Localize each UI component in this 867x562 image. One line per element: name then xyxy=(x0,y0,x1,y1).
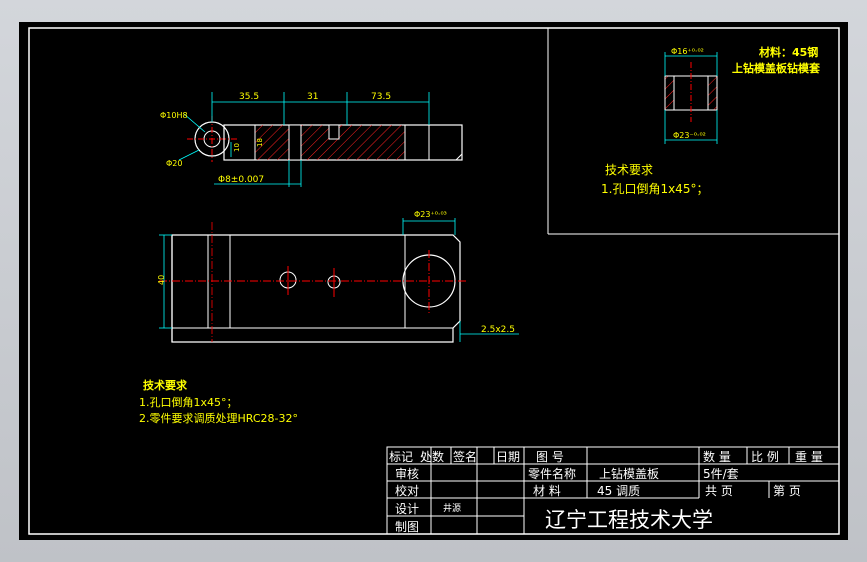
dim-73-5: 73.5 xyxy=(371,92,391,102)
material-note: 材料：45钢 xyxy=(759,45,818,59)
tech-req-bottom-item2: 2.零件要求调质处理HRC28-32° xyxy=(139,412,298,425)
dim-31: 31 xyxy=(307,92,318,102)
tech-req-bottom-title: 技术要求 xyxy=(143,378,188,392)
tb-header-qty: 数 量 xyxy=(703,449,731,464)
dim-phi20: Φ20 xyxy=(166,159,182,168)
bushing-dim-d16: Φ16⁺⁰·⁰² xyxy=(671,47,704,56)
drawing-canvas[interactable]: Φ16⁺⁰·⁰² Φ23⁻⁰·⁰² 材料：45钢 上钻模盖板钻模套 技术要求 1… xyxy=(19,22,848,540)
tb-header-count: 处数 xyxy=(420,449,444,464)
tb-part-name-label: 零件名称 xyxy=(528,466,576,481)
dim-18: 18 xyxy=(256,138,264,147)
cad-viewport: Φ16⁺⁰·⁰² Φ23⁻⁰·⁰² 材料：45钢 上钻模盖板钻模套 技术要求 1… xyxy=(0,0,867,562)
tb-material-value: 45 调质 xyxy=(597,484,640,498)
tb-page-no: 第 页 xyxy=(773,484,801,498)
tb-designer-name: 井源 xyxy=(443,502,461,514)
tech-req-bottom-item1: 1.孔口倒角1x45°； xyxy=(139,396,238,409)
tb-part-name-value: 上钻模盖板 xyxy=(599,466,659,481)
front-section-view xyxy=(178,92,463,187)
tb-header-sign: 签名 xyxy=(453,449,477,464)
bushing-dim-d23: Φ23⁻⁰·⁰² xyxy=(673,131,706,140)
tb-review-label: 审核 xyxy=(395,466,419,481)
dim-10: 10 xyxy=(233,143,241,152)
part-note: 上钻模盖板钻模套 xyxy=(732,61,821,75)
tech-req-top-item1: 1.孔口倒角1x45°； xyxy=(601,182,708,196)
tb-check-label: 校对 xyxy=(395,483,419,498)
bushing-detail-box: Φ16⁺⁰·⁰² Φ23⁻⁰·⁰² 材料：45钢 上钻模盖板钻模套 技术要求 1… xyxy=(547,28,839,235)
tb-material-label: 材 料 xyxy=(533,484,561,498)
dim-phi23: Φ23⁺⁰·⁰³ xyxy=(414,210,447,219)
dim-chamfer: 2.5x2.5 xyxy=(481,325,515,335)
tb-design-label: 设计 xyxy=(395,502,419,516)
tech-req-top-title: 技术要求 xyxy=(605,163,653,177)
tb-header-mark: 标记 xyxy=(389,450,413,464)
top-view xyxy=(159,218,519,343)
dim-40: 40 xyxy=(157,275,166,285)
dim-phi8: Φ8±0.007 xyxy=(218,175,264,185)
dim-35-5: 35.5 xyxy=(239,92,259,102)
tb-school-name: 辽宁工程技术大学 xyxy=(545,508,713,532)
tb-header-weight: 重 量 xyxy=(795,450,823,464)
tb-total-pages: 共 页 xyxy=(705,484,733,498)
tb-header-dwg-no: 图 号 xyxy=(536,450,564,464)
tb-header-date: 日期 xyxy=(496,450,520,464)
tb-draw-label: 制图 xyxy=(395,520,419,534)
tb-qty-value: 5件/套 xyxy=(703,467,739,481)
drawing-sheet: Φ16⁺⁰·⁰² Φ23⁻⁰·⁰² 材料：45钢 上钻模盖板钻模套 技术要求 1… xyxy=(28,27,840,535)
dim-phi10: Φ10H8 xyxy=(160,111,188,120)
tb-header-scale: 比 例 xyxy=(751,450,779,464)
